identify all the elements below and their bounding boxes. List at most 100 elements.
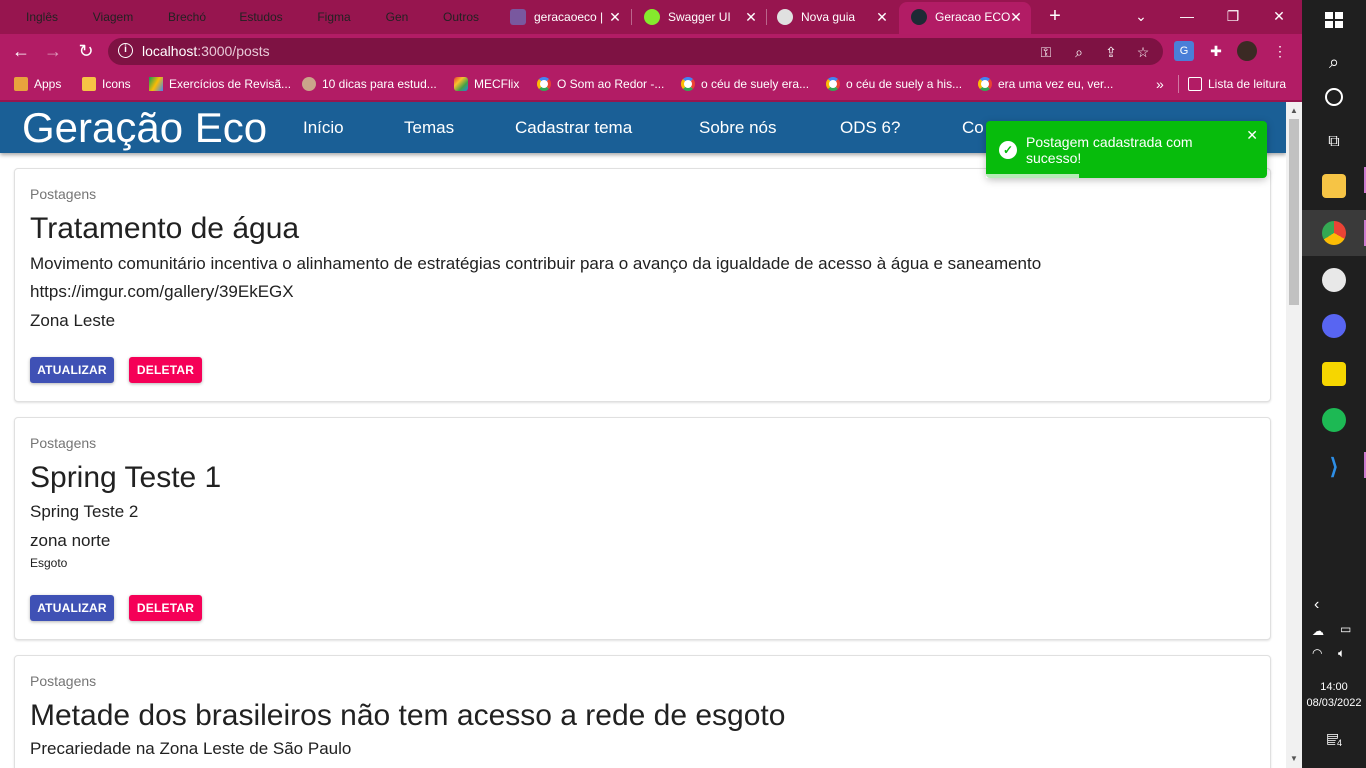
close-icon[interactable]: ✕: [608, 4, 622, 30]
post-text: Spring Teste 2: [30, 502, 139, 521]
task-view-icon[interactable]: ⧉: [1322, 130, 1346, 154]
forward-arrow-icon[interactable]: →: [42, 40, 64, 62]
tab-group-estudos[interactable]: Estudos: [234, 6, 288, 28]
scrollbar-thumb[interactable]: [1289, 119, 1299, 305]
zoom-icon[interactable]: ⌕: [1069, 42, 1089, 62]
wifi-icon[interactable]: ◠: [1312, 646, 1322, 660]
sticky-notes-icon[interactable]: [1322, 362, 1346, 386]
tab-group-ingles[interactable]: Inglês: [19, 6, 65, 28]
tab-group-label: Inglês: [25, 10, 59, 24]
bookmark-star-icon[interactable]: ☆: [1133, 42, 1153, 62]
bookmark-ceu-de-suely-2[interactable]: o céu de suely a his...: [826, 68, 962, 100]
post-overline: Postagens: [30, 673, 97, 689]
browser-toolbar: ← → ↻ i localhost:3000/posts ⚿ ⌕ ⇪ ☆ G ✚…: [0, 34, 1302, 68]
close-icon[interactable]: ✕: [1246, 127, 1258, 144]
scroll-down-arrow-icon[interactable]: ▼: [1286, 752, 1302, 766]
scroll-up-arrow-icon[interactable]: ▲: [1286, 104, 1302, 118]
bookmark-exercicios[interactable]: Exercícios de Revisã...: [149, 68, 291, 100]
tab-swagger-ui[interactable]: Swagger UI ✕: [644, 4, 758, 30]
update-button[interactable]: ATUALIZAR: [30, 595, 114, 621]
site-logo[interactable]: Geração Eco: [22, 104, 267, 152]
success-toast[interactable]: ✓ Postagem cadastrada com sucesso! ✕: [986, 121, 1267, 178]
tab-title: Geracao ECO: [935, 10, 1011, 24]
post-overline: Postagens: [30, 186, 97, 202]
volume-icon[interactable]: 🔈︎: [1338, 646, 1345, 661]
vscode-icon[interactable]: ⟩: [1322, 455, 1346, 479]
bookmark-apps[interactable]: Apps: [14, 68, 61, 100]
check-circle-icon: ✓: [999, 141, 1017, 159]
bookmark-10-dicas[interactable]: 10 dicas para estud...: [302, 68, 437, 100]
restore-icon[interactable]: ❐: [1218, 4, 1248, 28]
new-tab-button[interactable]: +: [1044, 5, 1066, 29]
tab-group-outros[interactable]: Outros: [436, 6, 486, 28]
onedrive-icon[interactable]: ☁: [1312, 624, 1324, 638]
tab-title: Nova guia: [801, 10, 856, 24]
vertical-scrollbar[interactable]: ▲ ▼: [1286, 102, 1302, 768]
extensions-puzzle-icon[interactable]: ✚: [1206, 41, 1226, 61]
nav-contato[interactable]: Co: [962, 102, 984, 154]
update-button[interactable]: ATUALIZAR: [30, 357, 114, 383]
close-icon[interactable]: ✕: [1009, 4, 1023, 30]
post-card: Postagens Tratamento de água Movimento c…: [14, 168, 1271, 402]
bookmark-label: o céu de suely era...: [701, 77, 810, 91]
address-bar[interactable]: i localhost:3000/posts ⚿ ⌕ ⇪ ☆: [108, 38, 1163, 65]
nav-cadastrar-tema[interactable]: Cadastrar tema: [515, 102, 632, 154]
tab-search-chevron-icon[interactable]: ⌄: [1126, 4, 1156, 28]
discord-icon[interactable]: [1322, 314, 1346, 338]
tab-geracaoeco-heroku[interactable]: geracaoeco | ✕: [510, 4, 622, 30]
battery-icon[interactable]: ▭: [1340, 622, 1351, 636]
close-window-icon[interactable]: ✕: [1264, 4, 1294, 28]
more-bookmarks-chevron-icon[interactable]: »: [1156, 68, 1164, 100]
tab-geracao-eco[interactable]: Geracao ECO ✕: [911, 4, 1023, 30]
bookmark-ceu-de-suely-1[interactable]: o céu de suely era...: [681, 68, 809, 100]
nav-temas[interactable]: Temas: [404, 102, 454, 154]
close-icon[interactable]: ✕: [875, 4, 889, 30]
file-explorer-icon[interactable]: [1322, 174, 1346, 198]
key-icon[interactable]: ⚿: [1036, 42, 1056, 62]
reading-list[interactable]: Lista de leitura: [1188, 68, 1286, 100]
delete-button[interactable]: DELETAR: [129, 595, 202, 621]
bookmark-o-som-ao-redor[interactable]: O Som ao Redor -...: [537, 68, 664, 100]
menu-kebab-icon[interactable]: ⋮: [1270, 41, 1290, 61]
site-info-icon[interactable]: i: [118, 43, 133, 58]
tab-group-gen[interactable]: Gen: [380, 6, 414, 28]
url-text[interactable]: localhost:3000/posts: [142, 38, 270, 65]
nav-ods-6[interactable]: ODS 6?: [840, 102, 900, 154]
translate-icon[interactable]: G: [1174, 41, 1194, 61]
tab-nova-guia[interactable]: Nova guia ✕: [777, 4, 889, 30]
tab-group-viagem[interactable]: Viagem: [86, 6, 140, 28]
chrome-icon[interactable]: [1322, 221, 1346, 245]
spotify-icon[interactable]: [1322, 408, 1346, 432]
windows-start-icon[interactable]: [1322, 8, 1346, 32]
nav-inicio[interactable]: Início: [303, 102, 344, 154]
react-icon: [911, 9, 927, 25]
search-icon[interactable]: ⌕: [1322, 50, 1346, 74]
bookmark-icons[interactable]: Icons: [82, 68, 131, 100]
close-icon[interactable]: ✕: [744, 4, 758, 30]
bookmark-label: o céu de suely a his...: [846, 77, 963, 91]
profile-avatar-icon[interactable]: [1237, 41, 1257, 61]
system-clock[interactable]: 14:00 08/03/2022: [1302, 679, 1366, 711]
bookmark-era-uma-vez[interactable]: era uma vez eu, ver...: [978, 68, 1113, 100]
tab-group-brecho[interactable]: Brechó: [162, 6, 212, 28]
minimize-icon[interactable]: —: [1172, 4, 1202, 28]
browser-chrome: Inglês Viagem Brechó Estudos Figma Gen O…: [0, 0, 1302, 102]
cortana-icon[interactable]: [1325, 88, 1343, 106]
tab-divider: [631, 9, 632, 25]
share-icon[interactable]: ⇪: [1101, 42, 1121, 62]
page-viewport: Geração Eco Início Temas Cadastrar tema …: [0, 102, 1286, 768]
figma-paint-icon[interactable]: [1322, 268, 1346, 292]
url-host: localhost: [142, 43, 198, 59]
google-icon: [826, 77, 840, 91]
tab-group-label: Brechó: [167, 10, 207, 24]
tab-group-figma[interactable]: Figma: [310, 6, 358, 28]
post-card: Postagens Metade dos brasileiros não tem…: [14, 655, 1271, 768]
nav-sobre-nos[interactable]: Sobre nós: [699, 102, 777, 154]
back-arrow-icon[interactable]: ←: [10, 40, 32, 62]
delete-button[interactable]: DELETAR: [129, 357, 202, 383]
post-text: Movimento comunitário incentiva o alinha…: [30, 254, 1042, 273]
notifications-icon[interactable]: ▤ 4: [1326, 730, 1345, 748]
reload-icon[interactable]: ↻: [75, 40, 97, 62]
bookmark-mecflix[interactable]: MECFlix: [454, 68, 519, 100]
show-hidden-icons-chevron-icon[interactable]: ‹: [1314, 596, 1319, 614]
